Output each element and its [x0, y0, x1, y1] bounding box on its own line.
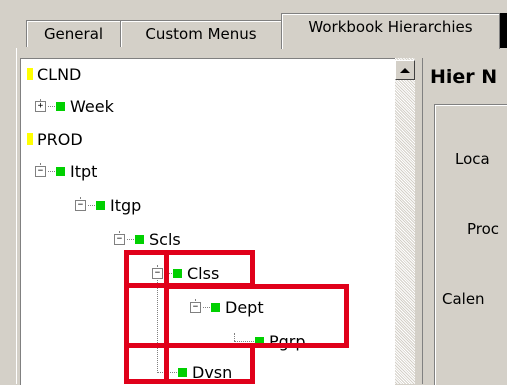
tab-edge: [500, 13, 507, 48]
tab-workbook-hierarchies[interactable]: Workbook Hierarchies: [281, 13, 500, 49]
dimension-marker: [27, 68, 33, 80]
tree-node-clnd[interactable]: CLND: [27, 63, 81, 85]
tree-node-label: PROD: [37, 129, 83, 149]
level-marker: [56, 166, 65, 176]
tree-connector: [88, 204, 95, 206]
tree-node-week[interactable]: + Week: [35, 95, 114, 117]
tree-node-label: Itgp: [110, 195, 142, 215]
panel-title: Hier N: [430, 66, 498, 88]
level-marker: [96, 200, 105, 210]
tree-node-itpt[interactable]: − Itpt: [35, 160, 97, 182]
tab-bar: General Custom Menus Workbook Hierarchie…: [0, 0, 507, 49]
tree-node-label: Scls: [149, 229, 181, 249]
details-group-box: [434, 104, 507, 385]
scroll-up-arrow-icon[interactable]: [395, 60, 415, 80]
location-label: Loca: [455, 150, 490, 168]
highlight-outline-dept: [164, 284, 349, 348]
tree-node-scls[interactable]: − Scls: [114, 228, 181, 250]
tree-connector: [48, 170, 55, 172]
tree-node-label: Week: [70, 96, 114, 116]
highlight-outline-dvsn: [124, 343, 255, 384]
expand-plus-icon[interactable]: +: [35, 100, 46, 112]
product-label: Proc: [467, 220, 500, 238]
tree-node-itgp[interactable]: − Itgp: [75, 194, 141, 216]
level-marker: [135, 234, 144, 244]
tree-node-label: Itpt: [70, 161, 98, 181]
tree-scrollbar[interactable]: [395, 58, 415, 384]
tree-node-label: CLND: [37, 64, 82, 84]
level-marker: [56, 101, 65, 111]
tree-connector: [127, 238, 134, 240]
collapse-minus-icon[interactable]: −: [75, 199, 86, 211]
collapse-minus-icon[interactable]: −: [35, 165, 46, 177]
tab-custom-menus[interactable]: Custom Menus: [120, 20, 282, 47]
calendar-label: Calen: [442, 290, 485, 308]
dimension-marker: [27, 133, 33, 145]
tab-general[interactable]: General: [26, 20, 121, 47]
tree-node-prod[interactable]: PROD: [27, 128, 83, 150]
collapse-minus-icon[interactable]: −: [114, 233, 125, 245]
tree-connector: [48, 105, 55, 107]
